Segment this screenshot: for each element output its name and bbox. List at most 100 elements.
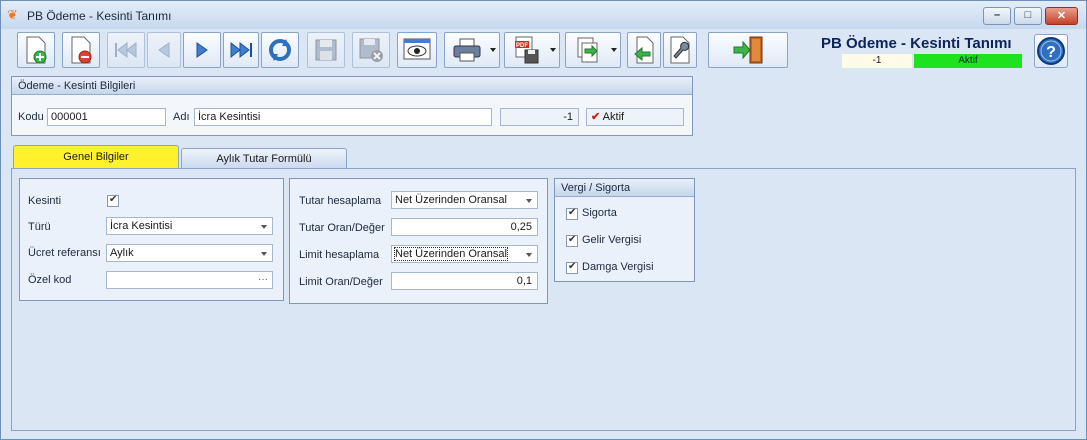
last-record-icon	[230, 41, 252, 59]
ellipsis-button-icon[interactable]: ···	[258, 272, 268, 288]
help-button[interactable]: ?	[1034, 34, 1068, 68]
export-icon	[577, 37, 598, 63]
pdf-save-icon: PDF	[515, 36, 539, 64]
previous-record-button[interactable]	[147, 32, 181, 68]
limit-calc-select[interactable]: Net Üzerinden Oransal	[391, 245, 538, 263]
first-record-icon	[115, 41, 137, 59]
wage-reference-select[interactable]: Aylık	[106, 244, 273, 262]
special-code-label: Özel kod	[28, 274, 72, 286]
delete-record-button[interactable]	[62, 32, 100, 68]
wrench-icon	[670, 36, 690, 64]
dropdown-arrow-icon	[611, 48, 617, 52]
calculation-panel: Tutar hesaplama Net Üzerinden Oransal Tu…	[289, 178, 548, 304]
income-tax-checkbox[interactable]: ✔	[566, 234, 578, 247]
save-button[interactable]	[307, 32, 345, 68]
dropdown-arrow-icon	[550, 48, 556, 52]
form-heading: PB Ödeme - Kesinti Tanımı	[821, 35, 1012, 52]
print-button[interactable]	[444, 32, 500, 68]
active-checkbox[interactable]: ✔ Aktif	[586, 108, 684, 126]
close-icon: ✕	[1056, 10, 1067, 22]
refresh-button[interactable]	[261, 32, 299, 68]
refresh-icon	[269, 39, 291, 61]
import-button[interactable]	[627, 32, 661, 68]
deduction-checkbox[interactable]: ✔	[107, 194, 119, 207]
export-button[interactable]	[565, 32, 621, 68]
svg-text:?: ?	[1046, 44, 1056, 61]
minimize-icon: –	[993, 9, 1001, 21]
wage-reference-value: Aylık	[110, 247, 134, 259]
delete-document-icon	[71, 36, 92, 64]
preview-eye-icon	[403, 38, 431, 60]
active-label: Aktif	[602, 111, 625, 123]
tax-insurance-group: Vergi / Sigorta ✔ Sigorta ✔ Gelir Vergis…	[554, 178, 695, 282]
stamp-tax-label: Damga Vergisi	[582, 261, 654, 273]
help-icon: ?	[1037, 37, 1065, 65]
preview-button[interactable]	[397, 32, 437, 68]
chevron-down-icon	[526, 253, 532, 257]
printer-icon	[453, 38, 481, 62]
tools-button[interactable]	[663, 32, 697, 68]
checkmark-icon: ✔	[591, 111, 601, 123]
limit-rate-label: Limit Oran/Değer	[299, 276, 383, 288]
exit-door-icon	[733, 36, 763, 64]
amount-calc-label: Tutar hesaplama	[299, 195, 382, 207]
status-badge: Aktif	[914, 54, 1022, 68]
amount-rate-input[interactable]: 0,25	[391, 218, 538, 236]
last-record-button[interactable]	[223, 32, 259, 68]
checkmark-icon: ✔	[568, 207, 577, 218]
special-code-input[interactable]: ···	[106, 271, 273, 289]
save-cancel-icon	[359, 38, 383, 62]
chevron-down-icon	[261, 225, 267, 229]
type-value: İcra Kesintisi	[110, 220, 173, 232]
first-record-button[interactable]	[107, 32, 145, 68]
tab-general-info[interactable]: Genel Bilgiler	[13, 145, 179, 169]
limit-calc-label: Limit hesaplama	[299, 249, 380, 261]
name-input[interactable]: İcra Kesintisi	[194, 108, 492, 126]
cancel-save-button[interactable]	[352, 32, 390, 68]
tab-page-general: Kesinti ✔ Türü İcra Kesintisi Ücret refe…	[11, 168, 1076, 431]
minimize-button[interactable]: –	[983, 7, 1011, 25]
limit-rate-input[interactable]: 0,1	[391, 272, 538, 290]
close-button[interactable]: ✕	[1045, 7, 1078, 25]
wage-reference-label: Ücret referansı	[28, 247, 101, 259]
stamp-tax-checkbox[interactable]: ✔	[566, 261, 578, 274]
code-input[interactable]: 000001	[47, 108, 166, 126]
record-number-readout: -1	[842, 54, 912, 68]
code-label: Kodu	[18, 111, 44, 123]
dropdown-arrow-icon	[490, 48, 496, 52]
type-label: Türü	[28, 221, 51, 233]
amount-calc-select[interactable]: Net Üzerinden Oransal	[391, 191, 538, 209]
new-document-icon	[26, 36, 47, 64]
type-select[interactable]: İcra Kesintisi	[106, 217, 273, 235]
limit-calc-value: Net Üzerinden Oransal	[394, 247, 508, 261]
general-panel: Kesinti ✔ Türü İcra Kesintisi Ücret refe…	[19, 178, 284, 301]
group-caption: Vergi / Sigorta	[555, 179, 694, 197]
amount-rate-label: Tutar Oran/Değer	[299, 222, 385, 234]
insurance-label: Sigorta	[582, 207, 617, 219]
deduction-label: Kesinti	[28, 195, 62, 207]
exit-button[interactable]	[708, 32, 788, 68]
chevron-down-icon	[526, 199, 532, 203]
title-bar: ❦ PB Ödeme - Kesinti Tanımı – □ ✕	[1, 1, 1086, 29]
butterfly-app-icon: ❦	[7, 7, 18, 22]
application-window: ❦ PB Ödeme - Kesinti Tanımı – □ ✕ PDF PB…	[0, 0, 1087, 440]
insurance-checkbox[interactable]: ✔	[566, 207, 578, 220]
maximize-button[interactable]: □	[1014, 7, 1042, 25]
new-record-button[interactable]	[17, 32, 55, 68]
checkmark-icon: ✔	[109, 194, 118, 205]
name-label: Adı	[173, 111, 190, 123]
tab-monthly-amount-formula[interactable]: Aylık Tutar Formülü	[181, 148, 347, 169]
checkmark-icon: ✔	[568, 261, 577, 272]
next-record-button[interactable]	[183, 32, 221, 68]
svg-text:PDF: PDF	[516, 43, 528, 49]
income-tax-label: Gelir Vergisi	[582, 234, 642, 246]
pdf-export-button[interactable]: PDF	[504, 32, 560, 68]
maximize-icon: □	[1024, 9, 1032, 21]
record-number-field: -1	[500, 108, 579, 126]
next-record-icon	[196, 42, 208, 58]
save-icon	[315, 39, 337, 61]
window-title: PB Ödeme - Kesinti Tanımı	[27, 9, 172, 23]
previous-record-icon	[158, 42, 170, 58]
chevron-down-icon	[261, 252, 267, 256]
amount-calc-value: Net Üzerinden Oransal	[395, 194, 507, 206]
